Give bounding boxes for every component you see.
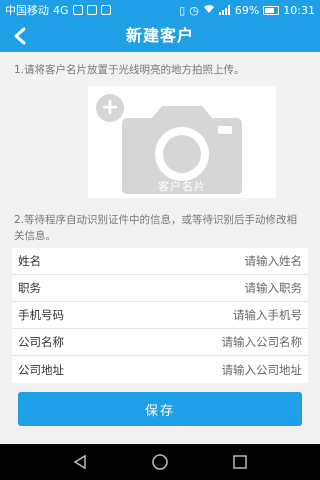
time-text: 10:31: [283, 3, 315, 17]
navigation-bar: [0, 444, 320, 480]
form-row-company: 公司名称: [12, 329, 308, 356]
address-input[interactable]: [108, 362, 302, 377]
title-bar: 新建客户: [0, 20, 320, 52]
status-bar: 中国移动 4G ▯ ◷ 69% 10:31: [0, 0, 320, 20]
company-label: 公司名称: [18, 335, 64, 349]
title-label: 职务: [18, 281, 41, 295]
signal-icon: [218, 5, 231, 15]
name-input[interactable]: [108, 254, 302, 268]
save-button[interactable]: 保存: [18, 392, 302, 426]
address-label: 公司地址: [18, 362, 64, 377]
nav-home-icon[interactable]: [145, 447, 175, 477]
notification-icon: [72, 5, 83, 15]
carrier-text: 中国移动: [5, 4, 49, 17]
form-row-phone: 手机号码: [12, 302, 308, 329]
form-row-address: 公司地址: [12, 356, 308, 383]
battery-icon: [263, 5, 280, 15]
form-row-title: 职务: [12, 275, 308, 302]
network-text: 4G: [53, 3, 69, 17]
app-notification-icon: [100, 5, 111, 15]
page-title: 新建客户: [125, 26, 194, 45]
nav-back-icon[interactable]: [65, 447, 95, 477]
phone-label: 手机号码: [18, 308, 64, 322]
plus-icon: +: [96, 94, 124, 122]
instruction-step2: 2.等待程序自动识别证件中的信息，或等待识别后手动修改相关信息。: [14, 214, 298, 242]
image-notification-icon: [86, 5, 97, 15]
title-input[interactable]: [108, 281, 302, 295]
alarm-icon: ◷: [189, 3, 199, 17]
vibrate-icon: ▯: [179, 3, 186, 17]
wifi-icon: [203, 4, 215, 17]
form-row-name: 姓名: [12, 248, 308, 275]
customer-form: 姓名 职务 手机号码 公司名称 公司地址: [12, 248, 308, 383]
phone-input[interactable]: [108, 308, 302, 322]
name-label: 姓名: [18, 254, 41, 268]
card-upload-area[interactable]: + 客户名片: [88, 86, 276, 198]
company-input[interactable]: [108, 335, 302, 349]
battery-text: 69%: [234, 3, 260, 17]
status-right: ▯ ◷ 69% 10:31: [179, 4, 315, 17]
nav-recents-icon[interactable]: [225, 447, 255, 477]
instruction-step1: 1.请将客户名片放置于光线明亮的地方拍照上传。: [14, 64, 245, 76]
card-upload-label: 客户名片: [158, 180, 206, 193]
status-left: 中国移动 4G: [5, 2, 111, 18]
